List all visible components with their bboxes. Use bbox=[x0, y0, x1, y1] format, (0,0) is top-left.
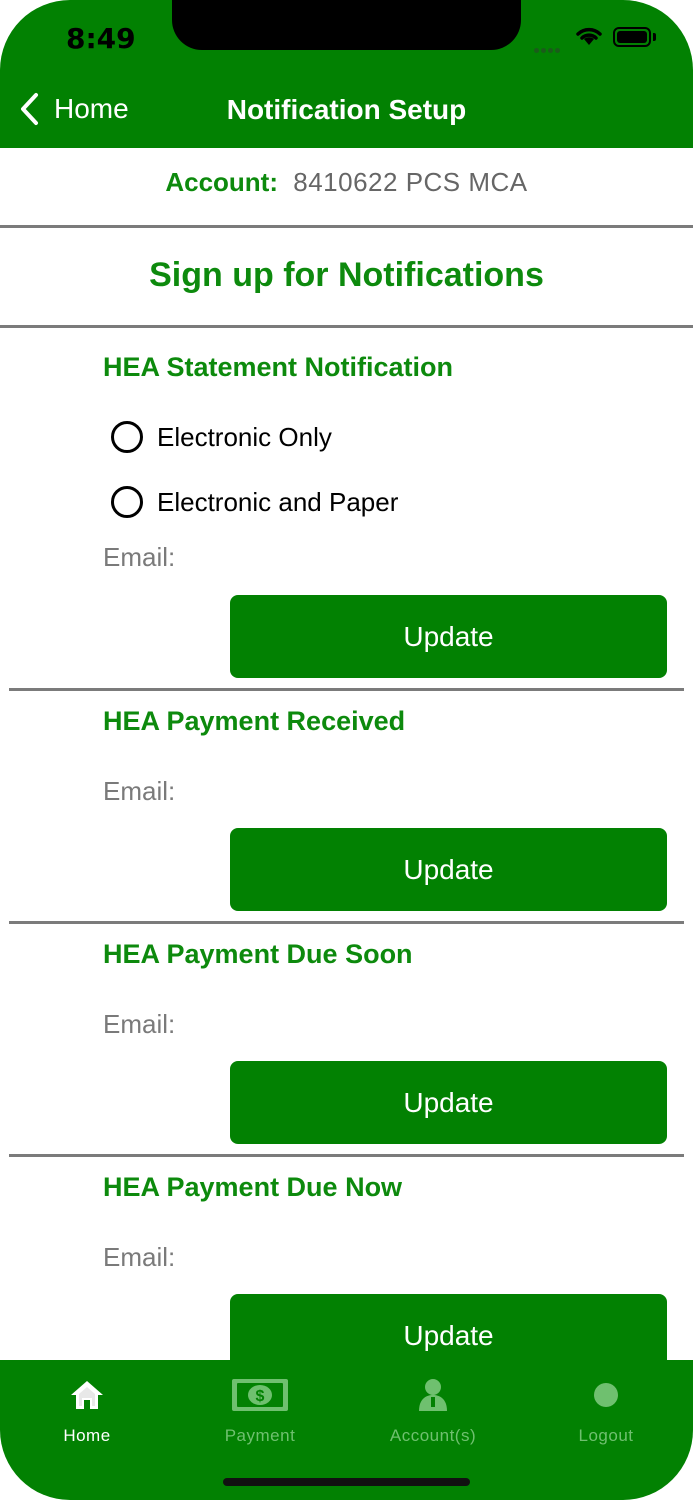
status-time: 8:49 bbox=[66, 22, 136, 55]
update-button[interactable]: Update bbox=[230, 1061, 667, 1144]
account-info: Account: 8410622 PCS MCA bbox=[0, 148, 693, 226]
email-label: Email: bbox=[103, 1009, 176, 1039]
divider bbox=[9, 688, 684, 691]
radio-label: Electronic Only bbox=[157, 421, 332, 452]
logout-icon bbox=[594, 1383, 618, 1407]
tab-payment[interactable]: $ Payment bbox=[190, 1370, 330, 1446]
svg-text:$: $ bbox=[256, 1388, 265, 1405]
tab-home[interactable]: Home bbox=[17, 1370, 157, 1446]
divider bbox=[0, 225, 693, 228]
divider bbox=[9, 921, 684, 924]
device-notch bbox=[172, 0, 521, 50]
radio-electronic-only[interactable]: Electronic Only bbox=[111, 421, 332, 453]
radio-circle-icon[interactable] bbox=[111, 486, 143, 518]
battery-cap bbox=[653, 33, 656, 41]
divider bbox=[0, 325, 693, 328]
account-icon bbox=[419, 1379, 447, 1411]
payment-received-title: HEA Payment Received bbox=[103, 706, 406, 736]
payment-due-soon-title: HEA Payment Due Soon bbox=[103, 939, 413, 969]
radio-circle-icon[interactable] bbox=[111, 421, 143, 453]
tab-accounts[interactable]: Account(s) bbox=[363, 1370, 503, 1446]
tab-label: Payment bbox=[224, 1426, 296, 1445]
cellular-signal-icon bbox=[534, 40, 562, 58]
update-button[interactable]: Update bbox=[230, 828, 667, 911]
radio-label: Electronic and Paper bbox=[157, 486, 399, 517]
tab-label: Account(s) bbox=[389, 1426, 477, 1445]
wifi-icon bbox=[576, 27, 602, 45]
tab-logout[interactable]: Logout bbox=[536, 1370, 676, 1446]
email-label: Email: bbox=[103, 542, 176, 572]
divider bbox=[9, 1154, 684, 1157]
page-title: Notification Setup bbox=[226, 94, 467, 125]
tab-label: Home bbox=[63, 1426, 111, 1445]
update-button[interactable]: Update bbox=[230, 595, 667, 678]
account-label: Account: bbox=[165, 167, 279, 197]
home-icon bbox=[71, 1381, 103, 1409]
radio-electronic-and-paper[interactable]: Electronic and Paper bbox=[111, 486, 398, 518]
account-value: 8410622 PCS MCA bbox=[293, 167, 528, 197]
battery-icon bbox=[613, 27, 651, 47]
statement-notification-title: HEA Statement Notification bbox=[103, 352, 454, 382]
tab-label: Logout bbox=[578, 1426, 634, 1445]
money-icon: $ bbox=[232, 1379, 288, 1411]
email-label: Email: bbox=[103, 1242, 176, 1272]
email-label: Email: bbox=[103, 776, 176, 806]
payment-due-now-title: HEA Payment Due Now bbox=[103, 1172, 403, 1202]
home-indicator[interactable] bbox=[223, 1478, 470, 1486]
section-heading: Sign up for Notifications bbox=[149, 256, 544, 294]
